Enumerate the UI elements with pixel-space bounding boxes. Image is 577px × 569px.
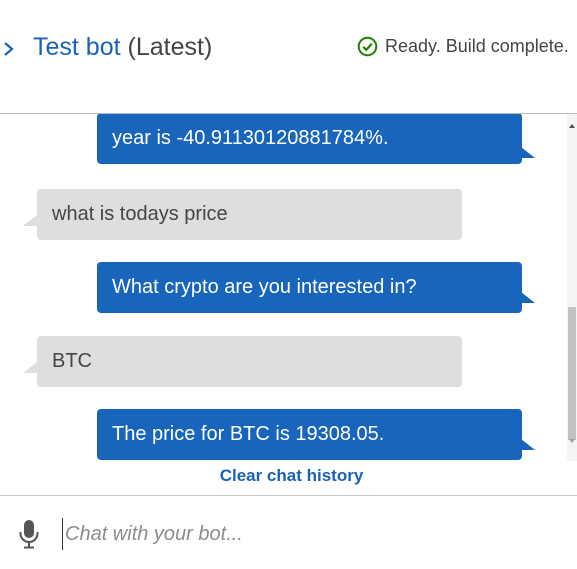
microphone-icon[interactable] — [18, 519, 40, 549]
composer-divider — [0, 495, 577, 496]
bot-message-tail — [521, 439, 535, 450]
bot-header: Test bot (Latest) Ready. Build complete. — [0, 0, 577, 114]
scroll-up-arrow-icon[interactable] — [568, 122, 576, 130]
bot-version: (Latest) — [127, 33, 213, 61]
user-message-tail — [23, 215, 37, 226]
bot-message: What crypto are you interested in? — [97, 262, 522, 313]
build-status: Ready. Build complete. — [357, 34, 569, 58]
bot-message-text: year is -40.91130120881784%. — [112, 127, 389, 149]
chat-input[interactable] — [62, 518, 565, 550]
user-message: BTC — [37, 336, 462, 387]
build-status-text: Ready. Build complete. — [385, 35, 569, 56]
bot-message-text: The price for BTC is 19308.05. — [112, 423, 385, 445]
chat-scrollbar[interactable] — [565, 114, 577, 461]
scrollbar-thumb[interactable] — [568, 307, 576, 440]
bot-message-tail — [521, 292, 535, 303]
chat-transcript: year is -40.91130120881784%. what is tod… — [0, 114, 577, 461]
chevron-right-icon[interactable] — [2, 40, 16, 58]
bot-message: The price for BTC is 19308.05. — [97, 409, 522, 460]
check-circle-icon — [357, 36, 378, 56]
bot-message-tail — [521, 147, 535, 158]
bot-title: Test bot (Latest) — [33, 31, 212, 63]
bot-name: Test bot — [33, 33, 121, 61]
user-message: what is todays price — [37, 189, 462, 240]
bot-message-text: What crypto are you interested in? — [112, 276, 417, 298]
user-message-text: what is todays price — [52, 203, 228, 225]
clear-chat-history-link[interactable]: Clear chat history — [0, 466, 577, 486]
user-message-text: BTC — [52, 350, 92, 372]
bot-message: year is -40.91130120881784%. — [97, 114, 522, 164]
user-message-tail — [23, 362, 37, 373]
scroll-down-arrow-icon[interactable] — [568, 437, 576, 445]
